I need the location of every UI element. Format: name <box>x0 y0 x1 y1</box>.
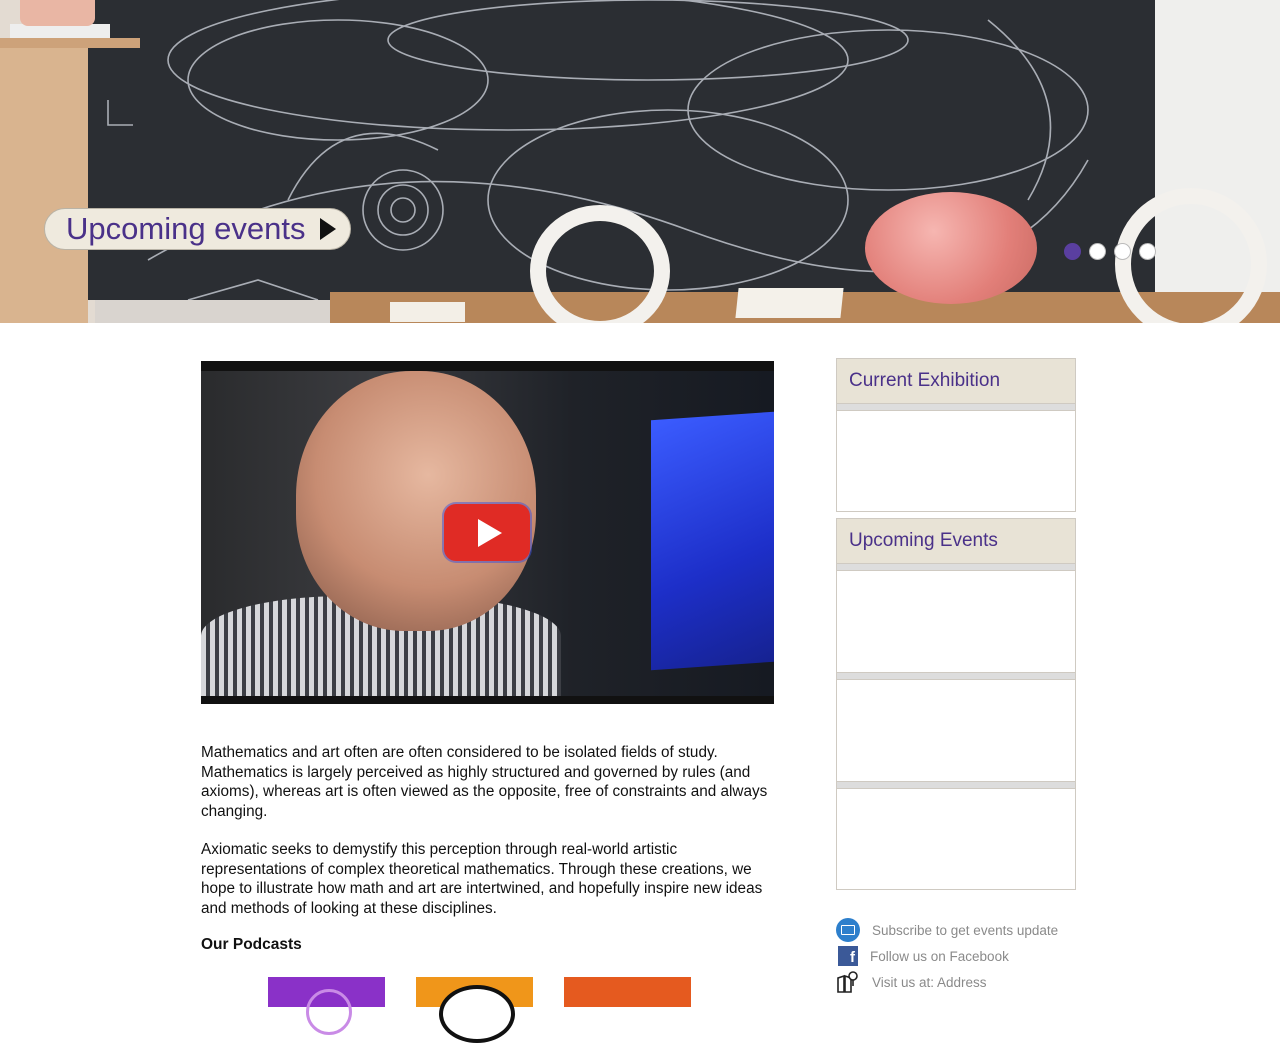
intro-text: Mathematics and art often are often cons… <box>201 743 771 937</box>
subscribe-link[interactable]: Subscribe to get events update <box>836 917 1058 943</box>
current-exhibition-panel: Current Exhibition <box>836 358 1076 512</box>
play-button[interactable] <box>444 504 530 561</box>
podcast-icon <box>306 989 352 1035</box>
video-monitor <box>651 411 774 671</box>
upcoming-events-label: Upcoming events <box>66 211 306 246</box>
current-exhibition-title: Current Exhibition <box>837 359 1075 404</box>
arrow-right-icon <box>320 218 336 240</box>
panel-divider <box>837 404 1075 411</box>
video-bottom-bar <box>201 696 774 704</box>
address-link-label: Visit us at: Address <box>872 974 987 990</box>
hero-banner: Upcoming events <box>0 0 1280 323</box>
intro-paragraph-2: Axiomatic seeks to demystify this percep… <box>201 841 763 917</box>
facebook-icon: f <box>838 946 858 966</box>
hero-vase <box>20 0 95 26</box>
podcast-tile-soundcloud[interactable] <box>564 977 691 1007</box>
subscribe-link-label: Subscribe to get events update <box>872 922 1059 938</box>
hero-pot <box>865 192 1037 304</box>
hero-book <box>735 288 844 318</box>
event-slot[interactable] <box>837 680 1075 781</box>
podcast-icon <box>439 985 515 1043</box>
video-top-bar <box>201 361 774 371</box>
hero-shelf <box>0 40 88 323</box>
podcast-tile-podcasts[interactable] <box>268 977 385 1035</box>
facebook-link[interactable]: f Follow us on Facebook <box>836 943 1058 969</box>
slide-dot-4[interactable] <box>1139 243 1156 260</box>
intro-paragraph-1: Mathematics and art often are often cons… <box>201 744 768 820</box>
podcast-tile-stitcher[interactable] <box>416 977 533 1043</box>
slide-dot-3[interactable] <box>1114 243 1131 260</box>
hero-book <box>390 302 465 322</box>
exhibition-slot[interactable] <box>837 411 1075 512</box>
event-slot[interactable] <box>837 789 1075 890</box>
upcoming-events-button[interactable]: Upcoming events <box>44 208 351 250</box>
hero-vase-base <box>10 24 110 38</box>
contact-links: Subscribe to get events update f Follow … <box>836 917 1058 995</box>
video-player[interactable] <box>201 361 774 704</box>
map-pin-icon <box>837 971 858 993</box>
slide-indicators <box>1064 243 1156 260</box>
upcoming-events-panel: Upcoming Events <box>836 518 1076 890</box>
slide-dot-2[interactable] <box>1089 243 1106 260</box>
event-slot[interactable] <box>837 571 1075 672</box>
hero-shelf <box>0 38 140 48</box>
address-link[interactable]: Visit us at: Address <box>836 969 1058 995</box>
panel-divider <box>837 672 1075 680</box>
panel-divider <box>837 781 1075 789</box>
facebook-link-label: Follow us on Facebook <box>870 948 1009 964</box>
podcasts-heading: Our Podcasts <box>201 936 302 953</box>
video-person-head <box>296 371 536 631</box>
upcoming-events-title: Upcoming Events <box>837 519 1075 564</box>
play-icon <box>478 518 502 547</box>
mail-icon <box>836 918 860 942</box>
slide-dot-1[interactable] <box>1064 243 1081 260</box>
panel-divider <box>837 564 1075 571</box>
